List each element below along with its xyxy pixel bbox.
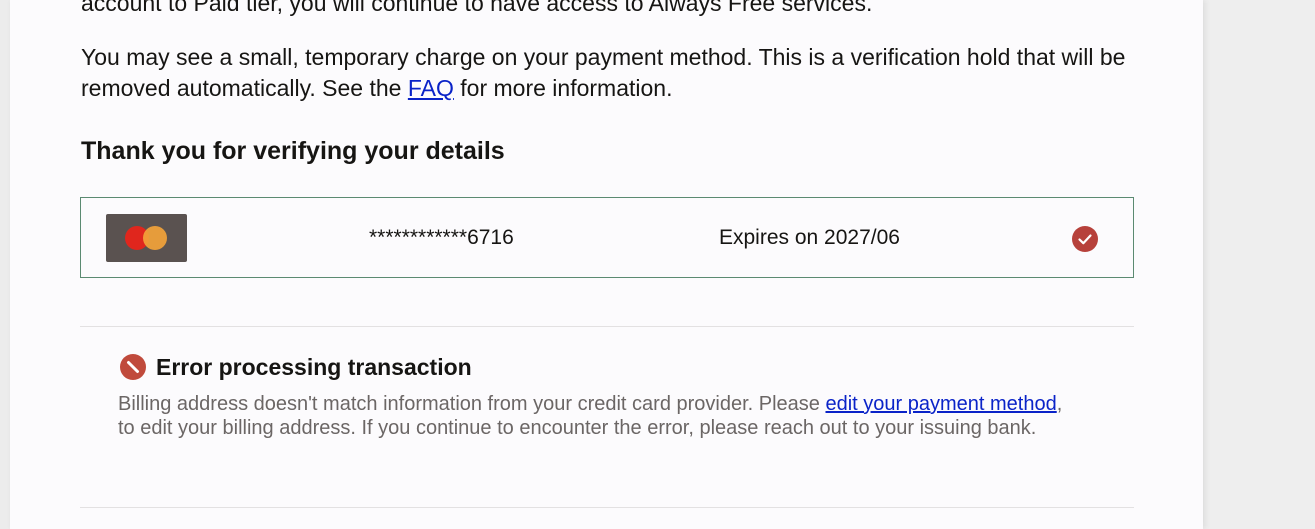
edit-payment-method-link[interactable]: edit your payment method (825, 393, 1056, 415)
payment-card-row: ************6716 Expires on 2027/06 (80, 197, 1134, 278)
divider-top (80, 326, 1134, 327)
error-message: Billing address doesn't match informatio… (118, 392, 1078, 440)
card-expiry: Expires on 2027/06 (719, 226, 900, 249)
page-background-right (1203, 0, 1315, 529)
error-text-start: Billing address doesn't match informatio… (118, 393, 826, 415)
always-free-paragraph: account to Paid tier, you will continue … (81, 0, 873, 16)
faq-link[interactable]: FAQ (408, 75, 454, 101)
error-circle-icon (120, 354, 146, 380)
card-number: ************6716 (369, 226, 514, 249)
mastercard-logo-icon (106, 214, 187, 262)
check-circle-icon (1072, 226, 1098, 252)
verification-hold-paragraph: You may see a small, temporary charge on… (81, 42, 1141, 104)
hold-text-end: for more information. (453, 75, 673, 101)
divider-bottom (80, 507, 1134, 508)
mastercard-orange-circle (143, 226, 167, 250)
verification-heading: Thank you for verifying your details (81, 137, 505, 165)
error-title: Error processing transaction (156, 354, 472, 380)
